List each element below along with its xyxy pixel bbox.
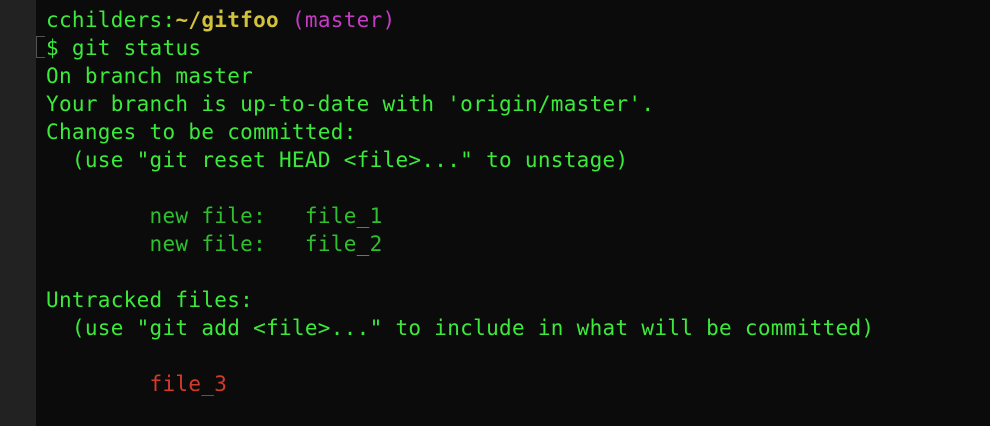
- prompt-branch: (master): [279, 8, 396, 32]
- prompt-line: cchilders:~/gitfoo (master): [46, 6, 990, 34]
- output-untracked-header: Untracked files:: [46, 288, 254, 312]
- command-line[interactable]: $ git status: [46, 34, 990, 62]
- untracked-file-name: file_3: [149, 372, 228, 396]
- window-gutter: [0, 0, 36, 426]
- output-untracked-hint: (use "git add <file>..." to include in w…: [46, 316, 875, 340]
- prompt-path: ~/gitfoo: [175, 8, 279, 32]
- output-changes-header: Changes to be committed:: [46, 120, 357, 144]
- terminal-window[interactable]: cchilders:~/gitfoo (master) $ git status…: [36, 0, 990, 426]
- staged-file-status: new file:: [46, 204, 305, 228]
- command-text: git status: [58, 36, 202, 60]
- staged-file-status: new file:: [46, 232, 305, 256]
- untracked-file-indent: [46, 372, 150, 396]
- scroll-marker-icon: [36, 36, 45, 58]
- prompt-separator: :: [162, 8, 176, 32]
- staged-file-name: file_2: [304, 232, 383, 256]
- output-changes-hint: (use "git reset HEAD <file>..." to unsta…: [46, 148, 629, 172]
- untracked-file-row: file_3: [46, 370, 990, 398]
- prompt-symbol: $: [46, 36, 59, 60]
- staged-file-name: file_1: [304, 204, 383, 228]
- output-up-to-date: Your branch is up-to-date with 'origin/m…: [46, 92, 655, 116]
- staged-file-row: new file: file_1: [46, 202, 990, 230]
- staged-file-row: new file: file_2: [46, 230, 990, 258]
- output-on-branch: On branch master: [46, 64, 254, 88]
- prompt-user: cchilders: [46, 8, 163, 32]
